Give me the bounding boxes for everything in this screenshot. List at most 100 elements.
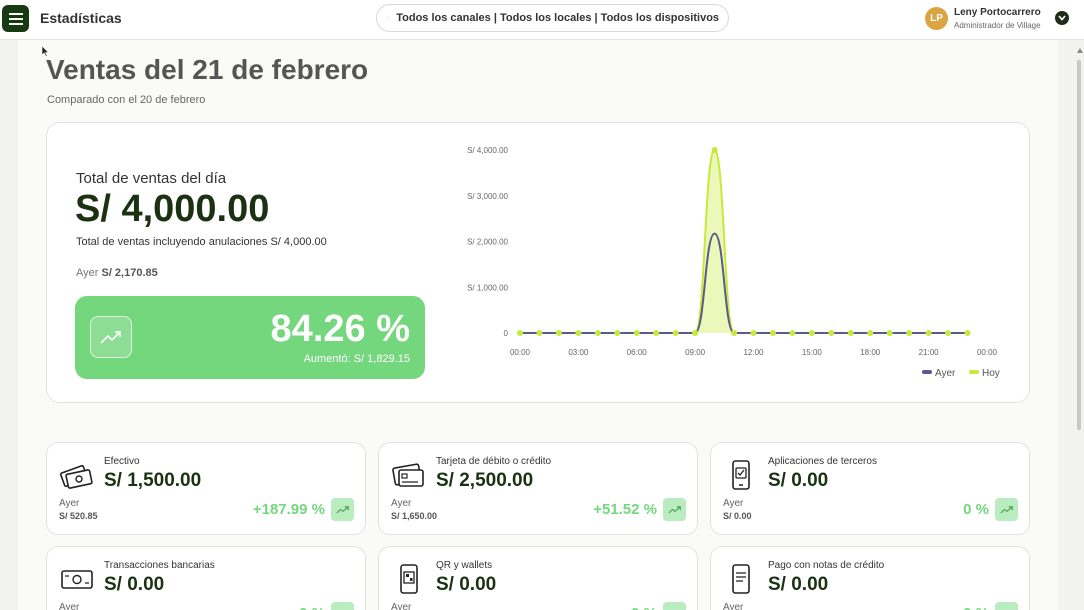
y-tick-label: S/ 1,000.00 (467, 283, 508, 292)
data-point-hoy[interactable] (672, 330, 679, 336)
data-point-hoy[interactable] (614, 330, 621, 336)
payment-method-card[interactable]: Aplicaciones de terceros S/ 0.00 Ayer S/ 0.… (710, 442, 1030, 535)
data-point-hoy[interactable] (633, 330, 640, 336)
data-point-hoy[interactable] (575, 330, 582, 336)
payment-change-pct: 0 % (299, 605, 325, 610)
avatar[interactable]: LP (925, 7, 948, 30)
user-menu-button[interactable] (1055, 11, 1069, 25)
phone-app-icon (723, 457, 759, 493)
qr-wallet-icon (391, 561, 427, 597)
trend-up-icon (90, 316, 132, 358)
sales-chart: 0 S/ 1,000.00 S/ 2,000.00 S/ 3,000.00 S/ 4,0… (467, 146, 1000, 379)
payment-method-card[interactable]: Tarjeta de débito o crédito S/ 2,500.00 Ay… (378, 442, 698, 535)
payment-yesterday-label: Ayer (723, 602, 744, 610)
data-point-hoy[interactable] (731, 330, 738, 336)
user-name: Leny Portocarrero (954, 7, 1041, 18)
total-sales-value: S/ 4,000.00 (75, 188, 270, 230)
growth-box: 84.26 % Aumentó: S/ 1,829.15 (75, 296, 425, 379)
payment-method-label: Efectivo (104, 456, 140, 467)
data-point-hoy[interactable] (886, 330, 893, 336)
data-point-hoy[interactable] (653, 330, 660, 336)
data-point-hoy[interactable] (925, 330, 932, 336)
bank-transfer-icon (59, 561, 95, 597)
payment-yesterday-label: Ayer (723, 498, 744, 509)
data-point-hoy[interactable] (517, 330, 523, 336)
filter-icon (387, 17, 389, 19)
x-tick-label: 00:00 (510, 348, 531, 357)
growth-percentage: 84.26 % (270, 308, 410, 350)
trend-up-icon (331, 498, 354, 521)
app-title: Estadísticas (40, 10, 122, 26)
payment-method-label: Pago con notas de crédito (768, 560, 885, 571)
page-subtitle: Comparado con el 20 de febrero (47, 94, 206, 106)
payment-change-pct: 0 % (631, 605, 657, 610)
series-line-hoy (520, 148, 968, 334)
data-point-hoy[interactable] (594, 330, 601, 336)
legend-swatch-ayer (922, 370, 932, 374)
total-sales-label: Total de ventas del día (76, 170, 227, 187)
y-tick-label: S/ 4,000.00 (467, 146, 508, 155)
total-sales-note: Total de ventas incluyendo anulaciones S… (76, 236, 327, 248)
x-tick-label: 21:00 (919, 348, 940, 357)
menu-button[interactable] (2, 5, 29, 32)
payment-method-label: Aplicaciones de terceros (768, 456, 877, 467)
data-point-hoy[interactable] (536, 330, 543, 336)
scroll-up-arrow[interactable] (1077, 48, 1083, 53)
legend-label: Ayer (935, 368, 956, 379)
payment-method-value: S/ 0.00 (768, 470, 829, 491)
data-point-hoy[interactable] (750, 330, 757, 336)
chevron-down-icon (1058, 15, 1066, 21)
payment-change-pct: +187.99 % (252, 501, 325, 518)
data-point-hoy[interactable] (847, 330, 854, 336)
growth-amount: Aumentó: S/ 1,829.15 (303, 353, 410, 365)
data-point-hoy[interactable] (555, 330, 562, 336)
payment-method-card[interactable]: QR y wallets S/ 0.00 Ayer 0 % (378, 546, 698, 610)
x-tick-label: 18:00 (860, 348, 881, 357)
payment-method-label: Transacciones bancarias (104, 560, 215, 571)
payment-method-value: S/ 2,500.00 (436, 470, 534, 491)
y-tick-label: S/ 2,000.00 (467, 238, 508, 247)
payment-method-label: QR y wallets (436, 560, 493, 571)
payment-yesterday-value: S/ 1,650.00 (391, 511, 438, 521)
payment-method-value: S/ 1,500.00 (104, 470, 202, 491)
credit-note-icon (723, 561, 759, 597)
filter-selector[interactable]: Todos los canales | Todos los locales | … (376, 4, 729, 32)
payment-method-label: Tarjeta de débito o crédito (436, 456, 552, 467)
trend-up-icon (995, 498, 1018, 521)
data-point-hoy[interactable] (828, 330, 835, 336)
payment-method-value: S/ 0.00 (436, 574, 497, 595)
trend-up-icon (663, 498, 686, 521)
data-point-hoy[interactable] (789, 330, 796, 336)
payment-method-value: S/ 0.00 (768, 574, 829, 595)
payment-method-card[interactable]: Transacciones bancarias S/ 0.00 Ayer 0 % (46, 546, 366, 610)
data-point-hoy[interactable] (692, 330, 699, 336)
payment-change-pct: +51.52 % (593, 501, 657, 518)
trend-up-icon (663, 602, 686, 610)
top-bar: Estadísticas Todos los canales | Todos l… (0, 0, 1084, 40)
data-point-hoy[interactable] (964, 330, 971, 336)
payment-method-card[interactable]: Pago con notas de crédito S/ 0.00 Ayer 0 % (710, 546, 1030, 610)
chevron-down-icon (727, 17, 728, 19)
data-point-hoy[interactable] (808, 330, 815, 336)
y-tick-label: 0 (504, 329, 509, 338)
filter-text: Todos los canales | Todos los locales | … (396, 12, 720, 24)
data-point-hoy[interactable] (867, 330, 874, 336)
x-tick-label: 12:00 (743, 348, 764, 357)
series-line-ayer (520, 232, 968, 334)
data-point-hoy[interactable] (906, 330, 913, 336)
legend-swatch-hoy (969, 370, 979, 374)
data-point-hoy[interactable] (711, 147, 718, 153)
user-role: Administrador de Village (954, 21, 1041, 30)
y-tick-label: S/ 3,000.00 (467, 192, 508, 201)
payment-yesterday-label: Ayer (59, 498, 80, 509)
x-tick-label: 00:00 (977, 348, 998, 357)
payment-method-card[interactable]: Efectivo S/ 1,500.00 Ayer S/ 520.85 +187.99 … (46, 442, 366, 535)
x-tick-label: 03:00 (568, 348, 589, 357)
x-tick-label: 06:00 (627, 348, 648, 357)
legend-label: Hoy (982, 368, 1000, 379)
yesterday-total: Ayer S/ 2,170.85 (76, 267, 158, 279)
scrollbar-thumb[interactable] (1077, 60, 1081, 430)
data-point-hoy[interactable] (945, 330, 952, 336)
hamburger-icon (8, 12, 23, 25)
data-point-hoy[interactable] (769, 330, 776, 336)
